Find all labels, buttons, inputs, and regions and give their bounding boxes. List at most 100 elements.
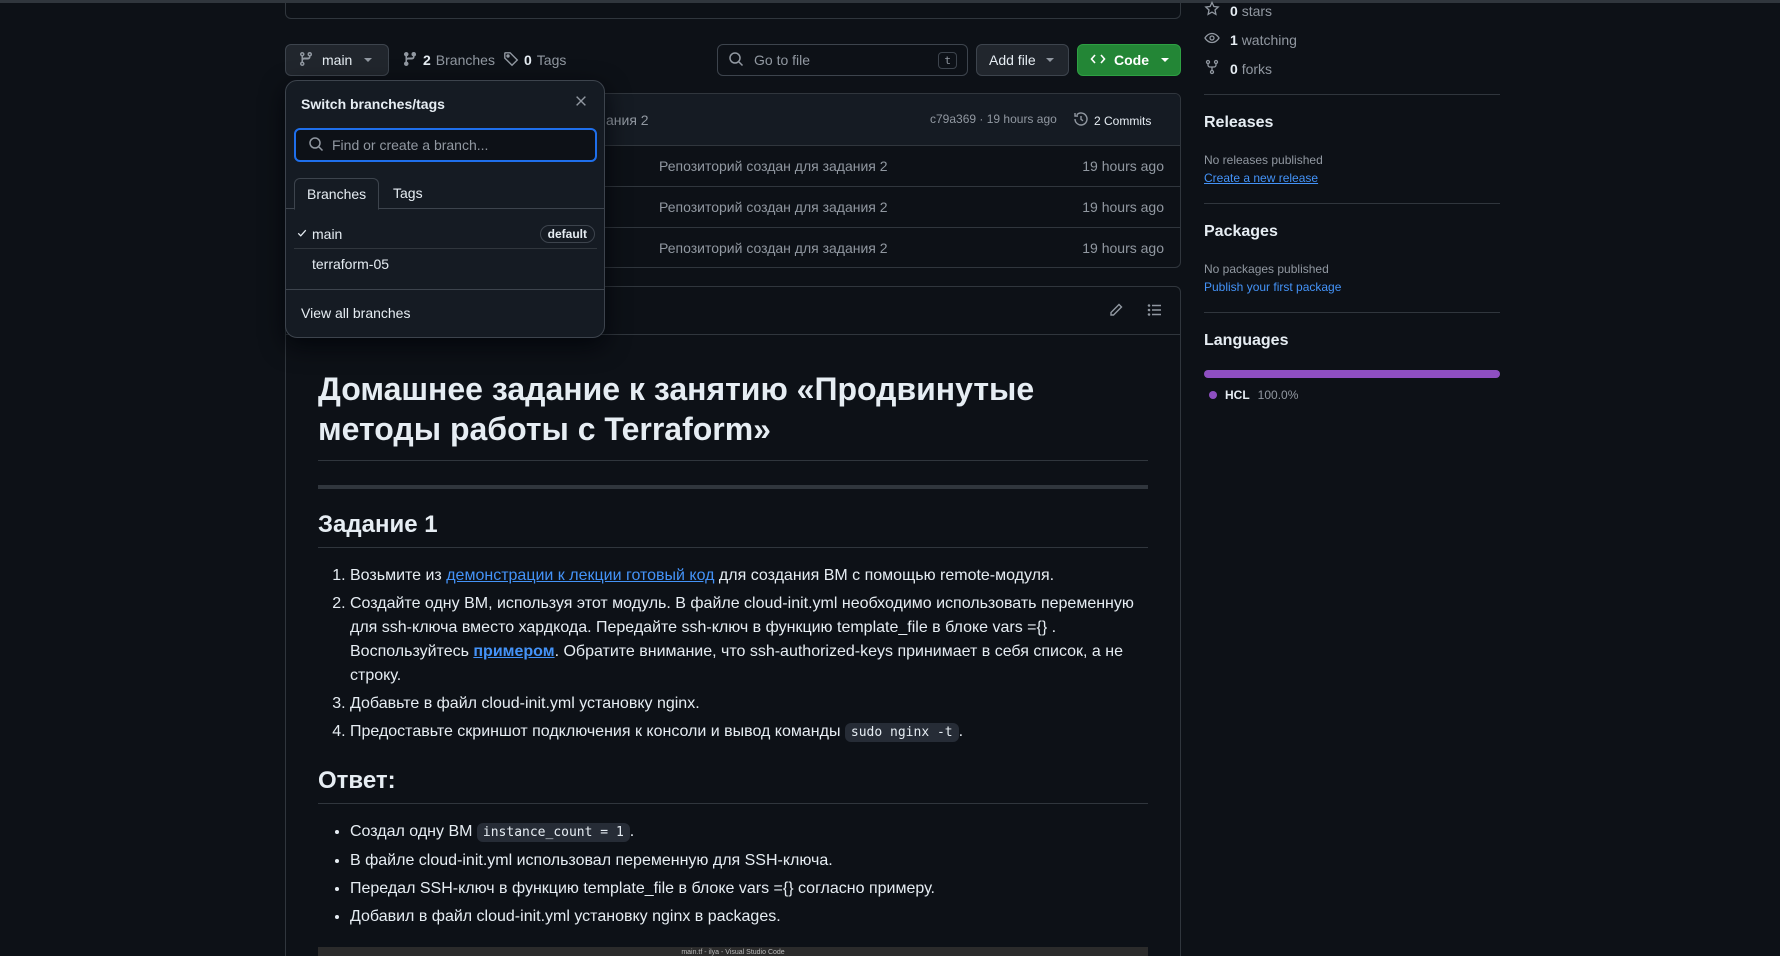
branches-count: 2 (423, 52, 431, 68)
languages-heading: Languages (1204, 332, 1289, 349)
language-bar (1204, 370, 1500, 378)
file-commit-message[interactable]: Репозиторий создан для задания 2 (659, 158, 888, 174)
eye-icon (1204, 30, 1220, 49)
file-commit-message[interactable]: Репозиторий создан для задания 2 (659, 199, 888, 215)
publish-package-link[interactable]: Publish your first package (1204, 280, 1341, 294)
stars-link[interactable]: 0 stars (1204, 0, 1273, 20)
search-icon (308, 136, 324, 155)
branch-search-field[interactable] (294, 128, 597, 162)
keyboard-shortcut-hint: t (938, 51, 957, 69)
tags-link[interactable]: 0 Tags (503, 44, 566, 76)
packages-heading[interactable]: Packages (1204, 223, 1278, 241)
meta-separator: · (979, 112, 984, 126)
view-all-branches-link[interactable]: View all branches (301, 305, 410, 321)
check-icon (294, 228, 310, 241)
branch-selector-button[interactable]: main (285, 44, 389, 76)
add-file-label: Add file (989, 52, 1036, 68)
pencil-icon[interactable] (1108, 302, 1124, 321)
commits-link[interactable]: 2 Commits (1073, 111, 1151, 130)
list-item: Добавьте в файл cloud-init.yml установку… (350, 692, 1148, 716)
demo-code-link[interactable]: демонстрации к лекции готовый код (446, 567, 714, 584)
add-file-button[interactable]: Add file (976, 44, 1069, 76)
readme-title: Домашнее задание к занятию «Продвинутые … (318, 369, 1148, 461)
releases-note: No releases published (1204, 153, 1323, 167)
close-icon[interactable] (574, 94, 588, 113)
create-release-link[interactable]: Create a new release (1204, 171, 1318, 185)
forks-label: forks (1241, 60, 1273, 77)
language-item[interactable]: HCL 100.0% (1209, 388, 1298, 402)
chevron-down-icon (364, 58, 373, 62)
list-item: Передал SSH-ключ в функцию template_file… (350, 877, 1148, 901)
list-outline-icon[interactable] (1147, 302, 1163, 321)
commit-time: 19 hours ago (986, 112, 1057, 126)
fork-icon (1204, 59, 1220, 78)
file-commit-time: 19 hours ago (1082, 158, 1164, 174)
watching-label: watching (1241, 31, 1297, 48)
list-item: Предоставьте скриншот подключения к конс… (350, 720, 1148, 745)
list-item: Добавил в файл cloud-init.yml установку … (350, 905, 1148, 929)
tab-branches[interactable]: Branches (294, 178, 380, 210)
stars-count: 0 (1230, 2, 1238, 19)
dropdown-tabs: Branches Tags (286, 178, 604, 210)
divider (1204, 312, 1500, 313)
watching-link[interactable]: 1 watching (1204, 30, 1297, 49)
answer-list: Создал одну ВМ instance_count = 1. В фай… (318, 820, 1148, 929)
list-item: Создал одну ВМ instance_count = 1. (350, 820, 1148, 845)
default-badge: default (539, 225, 595, 243)
file-commit-time: 19 hours ago (1082, 240, 1164, 256)
list-item: В файле cloud-init.yml использовал перем… (350, 849, 1148, 873)
language-color-dot (1209, 391, 1217, 399)
releases-heading[interactable]: Releases (1204, 114, 1273, 132)
forks-count: 0 (1230, 60, 1238, 77)
inline-code: sudo nginx -t (844, 723, 959, 742)
code-button-label: Code (1114, 52, 1149, 68)
commit-hash[interactable]: c79a369 (930, 112, 976, 126)
branches-link[interactable]: 2 Branches (402, 44, 495, 76)
latest-commit-message[interactable]: ания 2 (606, 112, 649, 128)
branch-item-terraform-05[interactable]: terraform-05 (294, 248, 597, 278)
branches-label: Branches (435, 52, 495, 68)
branch-search-input[interactable] (332, 137, 572, 153)
language-name: HCL (1225, 388, 1250, 402)
branch-selector-label: main (322, 52, 353, 68)
branch-switcher-dropdown: Switch branches/tags Branches Tags main … (285, 80, 605, 338)
readme-content: Домашнее задание к занятию «Продвинутые … (318, 369, 1148, 933)
answer-heading: Ответ: (318, 767, 1148, 804)
branch-name: terraform-05 (312, 255, 390, 272)
code-icon (1090, 51, 1106, 70)
divider (286, 289, 604, 290)
go-to-file-input[interactable]: Go to file t (717, 44, 968, 76)
search-icon (728, 51, 744, 70)
example-link[interactable]: примером (473, 643, 554, 660)
file-commit-message[interactable]: Репозиторий создан для задания 2 (659, 240, 888, 256)
chevron-down-icon (1161, 58, 1169, 62)
latest-commit-meta: c79a369 · 19 hours ago (930, 112, 1057, 126)
code-button[interactable]: Code (1077, 44, 1181, 76)
tags-count: 0 (524, 52, 532, 68)
tags-label: Tags (536, 52, 567, 68)
commits-label: 2 Commits (1094, 113, 1152, 128)
dropdown-title: Switch branches/tags (301, 96, 445, 112)
stars-label: stars (1241, 2, 1273, 19)
task-heading: Задание 1 (318, 511, 1148, 548)
packages-note: No packages published (1204, 262, 1329, 276)
tab-tags[interactable]: Tags (381, 178, 435, 210)
inline-code: instance_count = 1 (476, 823, 630, 842)
branch-name: main (312, 226, 343, 242)
go-to-file-placeholder: Go to file (754, 52, 811, 68)
star-icon (1204, 0, 1220, 20)
watching-count: 1 (1230, 31, 1238, 48)
branch-item-main[interactable]: main default (294, 219, 597, 249)
divider (1204, 203, 1500, 204)
divider (318, 485, 1148, 489)
description-box-bottom (285, 0, 1181, 19)
chevron-down-icon (1045, 58, 1054, 62)
git-branch-icon (402, 51, 418, 70)
history-icon (1073, 111, 1089, 130)
file-commit-time: 19 hours ago (1082, 199, 1164, 215)
forks-link[interactable]: 0 forks (1204, 59, 1272, 78)
task-list: Возьмите из демонстрации к лекции готовы… (318, 564, 1148, 745)
readme-panel: Домашнее задание к занятию «Продвинутые … (285, 286, 1181, 956)
git-branch-icon (298, 51, 314, 70)
list-item: Возьмите из демонстрации к лекции готовы… (350, 564, 1148, 588)
